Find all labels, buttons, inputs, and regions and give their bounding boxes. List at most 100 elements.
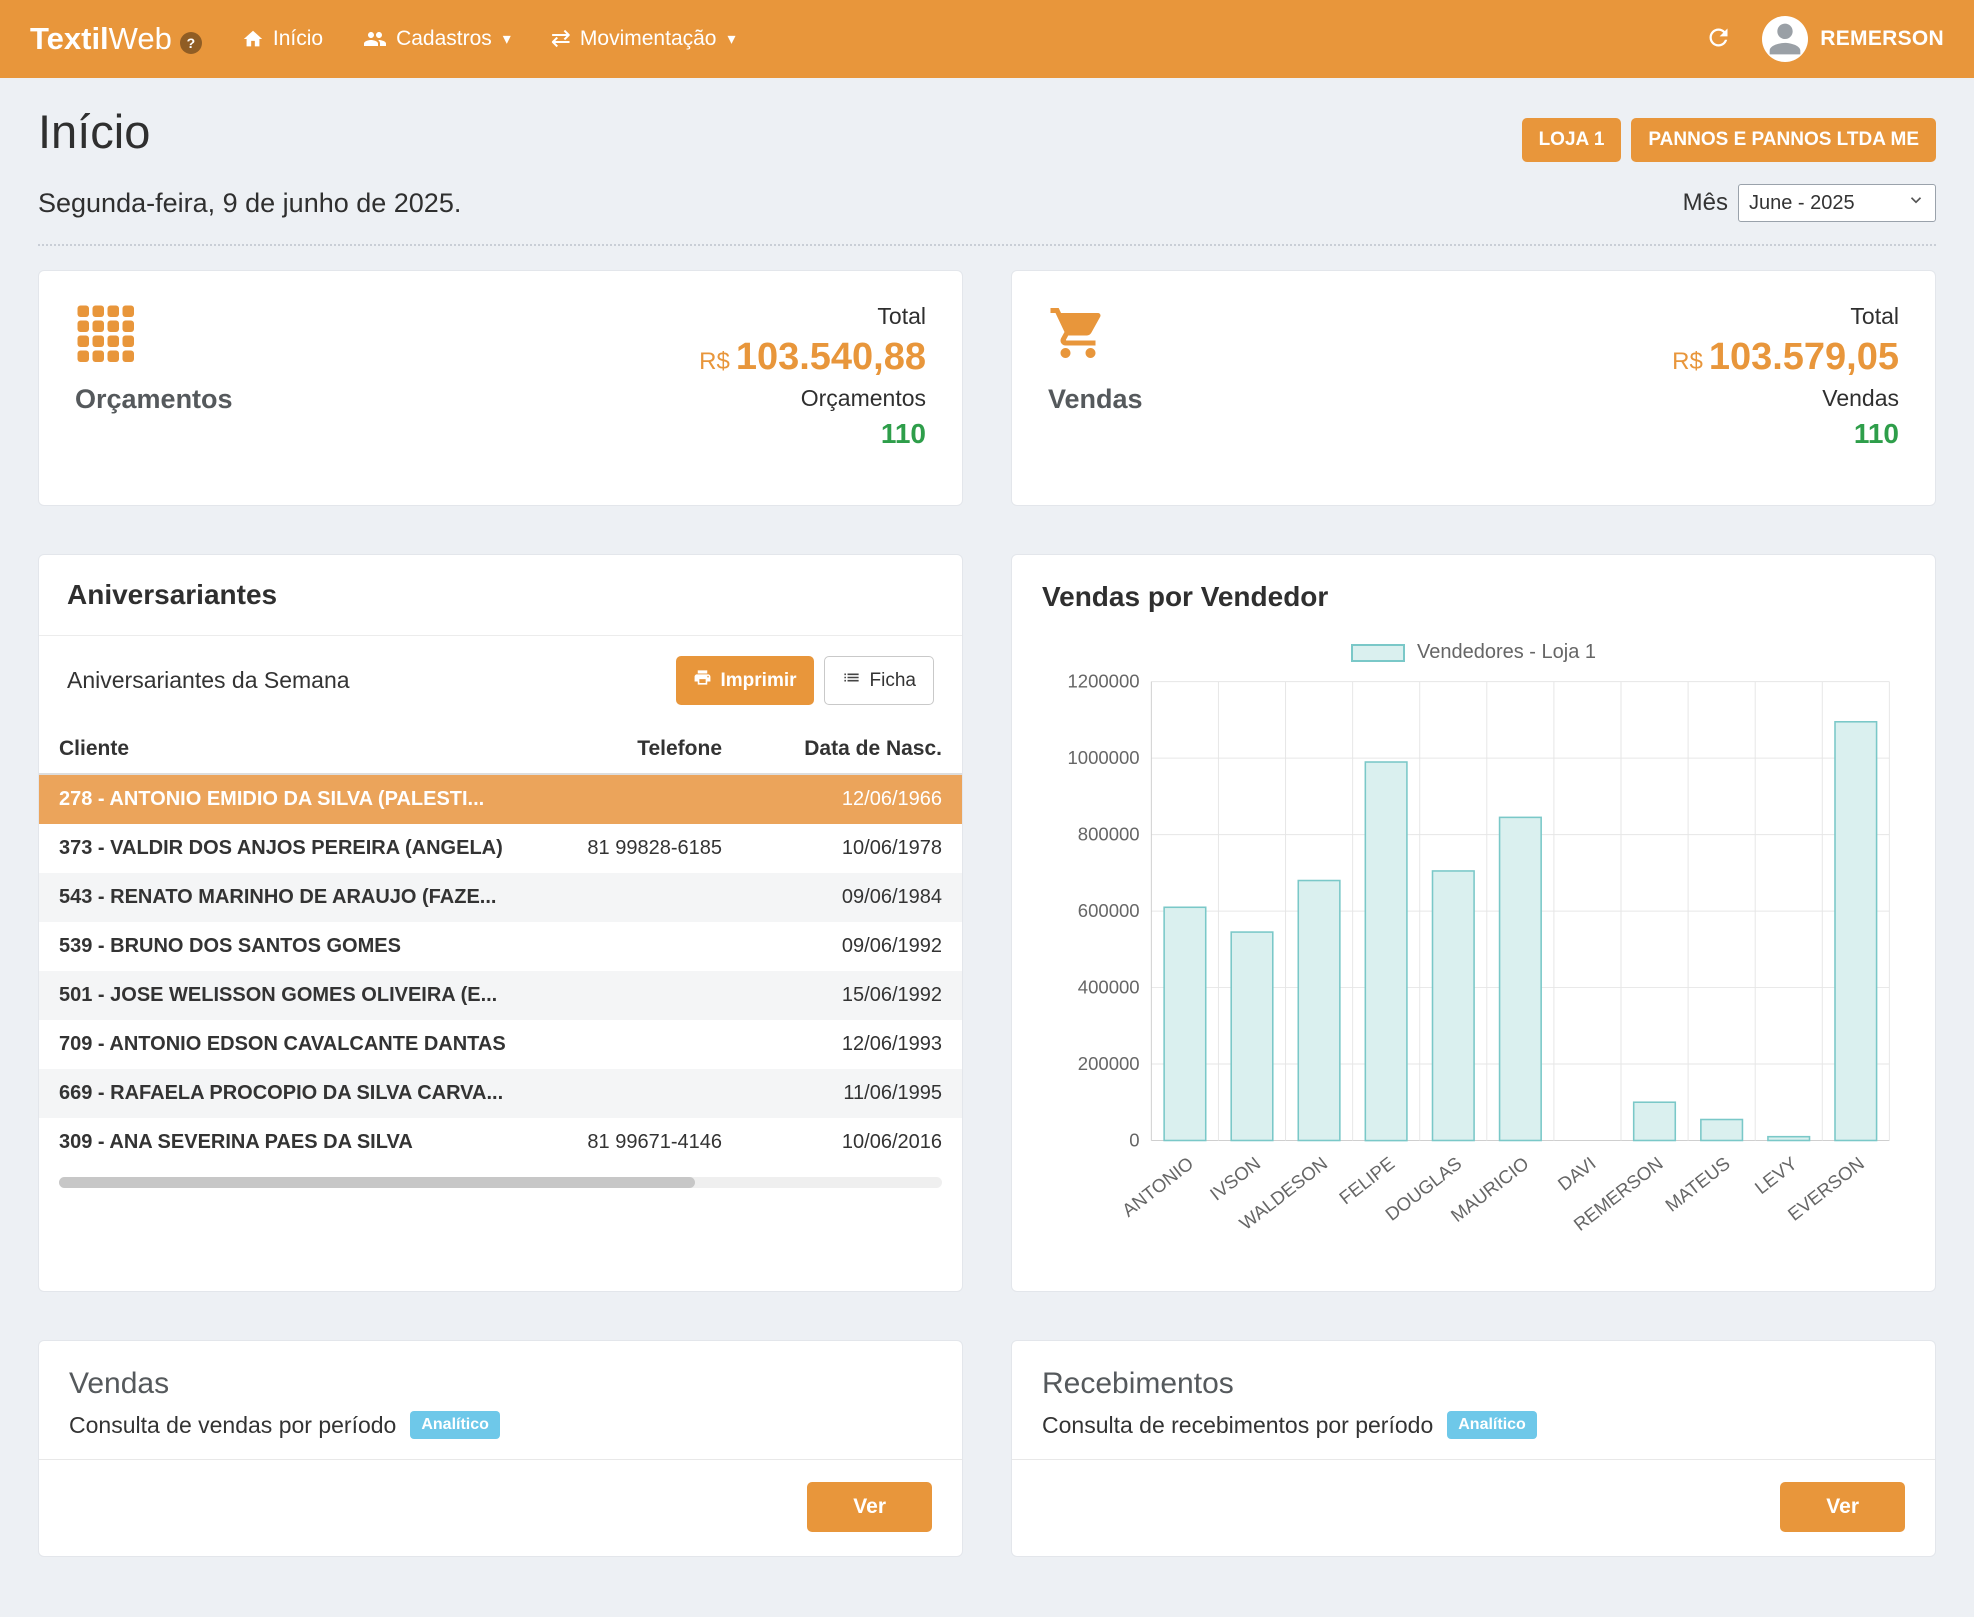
- birthdate-cell: 10/06/1978: [722, 837, 942, 860]
- current-date: Segunda-feira, 9 de junho de 2025.: [38, 188, 461, 219]
- client-cell: 309 - ANA SEVERINA PAES DA SILVA: [59, 1131, 522, 1154]
- total-label: Total: [699, 303, 926, 330]
- table-row[interactable]: 501 - JOSE WELISSON GOMES OLIVEIRA (E...…: [39, 971, 962, 1020]
- nav-item-movimentacao[interactable]: ⇄ Movimentação ▾: [551, 27, 736, 51]
- caret-down-icon: ▾: [503, 29, 511, 49]
- birthdate-cell: 09/06/1984: [722, 886, 942, 909]
- legend-label: Vendedores - Loja 1: [1417, 641, 1596, 664]
- help-icon[interactable]: ?: [180, 32, 202, 54]
- analytic-badge: Analítico: [410, 1411, 500, 1439]
- birthdate-cell: 11/06/1995: [722, 1082, 942, 1105]
- table-row[interactable]: 309 - ANA SEVERINA PAES DA SILVA81 99671…: [39, 1118, 962, 1167]
- brand-logo[interactable]: TextilWeb ?: [30, 21, 202, 57]
- home-icon: [242, 28, 264, 50]
- total-label: Total: [1672, 303, 1899, 330]
- column-header: Cliente: [59, 737, 522, 761]
- store-button[interactable]: LOJA 1: [1522, 118, 1622, 162]
- list-icon: [842, 668, 861, 693]
- scrollbar-thumb[interactable]: [59, 1177, 695, 1188]
- table-row[interactable]: 669 - RAFAELA PROCOPIO DA SILVA CARVA...…: [39, 1069, 962, 1118]
- table-row[interactable]: 373 - VALDIR DOS ANJOS PEREIRA (ANGELA)8…: [39, 824, 962, 873]
- svg-text:FELIPE: FELIPE: [1335, 1152, 1398, 1208]
- receipts-report-card: Recebimentos Consulta de recebimentos po…: [1011, 1340, 1936, 1557]
- birthdays-title: Aniversariantes: [39, 555, 962, 636]
- nav-item-label: Início: [273, 27, 323, 51]
- report-title: Vendas: [69, 1367, 932, 1401]
- table-row[interactable]: 543 - RENATO MARINHO DE ARAUJO (FAZE... 0…: [39, 873, 962, 922]
- phone-cell: 81 99671-4146: [522, 1131, 722, 1154]
- user-name: REMERSON: [1820, 27, 1944, 51]
- nav-item-inicio[interactable]: Início: [242, 27, 323, 51]
- view-sales-button[interactable]: Ver: [807, 1482, 932, 1532]
- horizontal-scrollbar[interactable]: [59, 1177, 942, 1188]
- birthdays-subtitle: Aniversariantes da Semana: [67, 667, 350, 694]
- svg-text:ANTONIO: ANTONIO: [1118, 1152, 1197, 1220]
- refresh-icon: [1705, 24, 1732, 54]
- table-header: Cliente Telefone Data de Nasc.: [39, 725, 962, 775]
- count-label: Orçamentos: [699, 385, 926, 412]
- chart-legend[interactable]: Vendedores - Loja 1: [1042, 641, 1905, 664]
- column-header: Data de Nasc.: [722, 737, 942, 761]
- svg-text:800000: 800000: [1078, 823, 1140, 844]
- svg-text:1200000: 1200000: [1067, 671, 1139, 692]
- chevron-down-icon: [1907, 191, 1925, 215]
- nav-item-label: Movimentação: [580, 27, 717, 51]
- brand-light: Web: [109, 21, 172, 56]
- client-cell: 373 - VALDIR DOS ANJOS PEREIRA (ANGELA): [59, 837, 522, 860]
- svg-text:MATEUS: MATEUS: [1661, 1152, 1734, 1215]
- sales-chart-svg: 020000040000060000080000010000001200000A…: [1042, 668, 1905, 1265]
- ficha-button[interactable]: Ficha: [824, 656, 934, 705]
- month-select[interactable]: June - 2025: [1738, 184, 1936, 222]
- count-value: 110: [699, 418, 926, 450]
- svg-text:400000: 400000: [1078, 976, 1140, 997]
- birthdate-cell: 12/06/1966: [722, 788, 942, 811]
- client-cell: 669 - RAFAELA PROCOPIO DA SILVA CARVA...: [59, 1082, 522, 1105]
- svg-text:1000000: 1000000: [1067, 747, 1139, 768]
- user-menu[interactable]: REMERSON: [1762, 16, 1944, 62]
- chart-title: Vendas por Vendedor: [1042, 581, 1905, 613]
- birthdays-table-body: 278 - ANTONIO EMIDIO DA SILVA (PALESTI..…: [39, 775, 962, 1167]
- sales-report-card: Vendas Consulta de vendas por período An…: [38, 1340, 963, 1557]
- client-cell: 539 - BRUNO DOS SANTOS GOMES: [59, 935, 522, 958]
- sales-chart-card: Vendas por Vendedor Vendedores - Loja 1 …: [1011, 554, 1936, 1292]
- birthdays-card: Aniversariantes Aniversariantes da Seman…: [38, 554, 963, 1292]
- svg-text:LEVY: LEVY: [1751, 1152, 1801, 1198]
- month-label: Mês: [1683, 189, 1728, 217]
- svg-text:IVSON: IVSON: [1206, 1152, 1264, 1204]
- report-title: Recebimentos: [1042, 1367, 1905, 1401]
- table-row[interactable]: 539 - BRUNO DOS SANTOS GOMES 09/06/1992: [39, 922, 962, 971]
- users-icon: [363, 27, 387, 51]
- month-select-value: June - 2025: [1749, 192, 1855, 215]
- table-row[interactable]: 709 - ANTONIO EDSON CAVALCANTE DANTAS 12/…: [39, 1020, 962, 1069]
- view-receipts-button[interactable]: Ver: [1780, 1482, 1905, 1532]
- phone-cell: 81 99828-6185: [522, 837, 722, 860]
- client-cell: 543 - RENATO MARINHO DE ARAUJO (FAZE...: [59, 886, 522, 909]
- nav-item-label: Cadastros: [396, 27, 492, 51]
- svg-text:DAVI: DAVI: [1554, 1152, 1600, 1194]
- exchange-icon: ⇄: [551, 27, 571, 51]
- client-cell: 278 - ANTONIO EMIDIO DA SILVA (PALESTI..…: [59, 788, 522, 811]
- refresh-button[interactable]: [1705, 24, 1732, 54]
- avatar: [1762, 16, 1808, 62]
- svg-text:0: 0: [1129, 1129, 1139, 1150]
- cart-icon: [1048, 303, 1143, 368]
- column-header: Telefone: [522, 737, 722, 761]
- total-amount: R$103.540,88: [699, 336, 926, 379]
- sales-summary-card: Vendas Total R$103.579,05 Vendas 110: [1011, 270, 1936, 506]
- main-content: Início LOJA 1 PANNOS E PANNOS LTDA ME Se…: [0, 78, 1974, 1617]
- page-title: Início: [38, 104, 150, 159]
- card-name: Vendas: [1048, 384, 1143, 415]
- birthdate-cell: 09/06/1992: [722, 935, 942, 958]
- total-amount: R$103.579,05: [1672, 336, 1899, 379]
- nav-item-cadastros[interactable]: Cadastros ▾: [363, 27, 511, 51]
- report-description: Consulta de recebimentos por período: [1042, 1412, 1433, 1439]
- birthdate-cell: 10/06/2016: [722, 1131, 942, 1154]
- table-row[interactable]: 278 - ANTONIO EMIDIO DA SILVA (PALESTI..…: [39, 775, 962, 824]
- report-description: Consulta de vendas por período: [69, 1412, 396, 1439]
- birthdate-cell: 12/06/1993: [722, 1033, 942, 1056]
- company-button[interactable]: PANNOS E PANNOS LTDA ME: [1631, 118, 1936, 162]
- brand-bold: Textil: [30, 21, 109, 56]
- print-button[interactable]: Imprimir: [676, 656, 814, 705]
- navbar: TextilWeb ? Início Cadastros ▾ ⇄ Movimen…: [0, 0, 1974, 78]
- client-cell: 709 - ANTONIO EDSON CAVALCANTE DANTAS: [59, 1033, 522, 1056]
